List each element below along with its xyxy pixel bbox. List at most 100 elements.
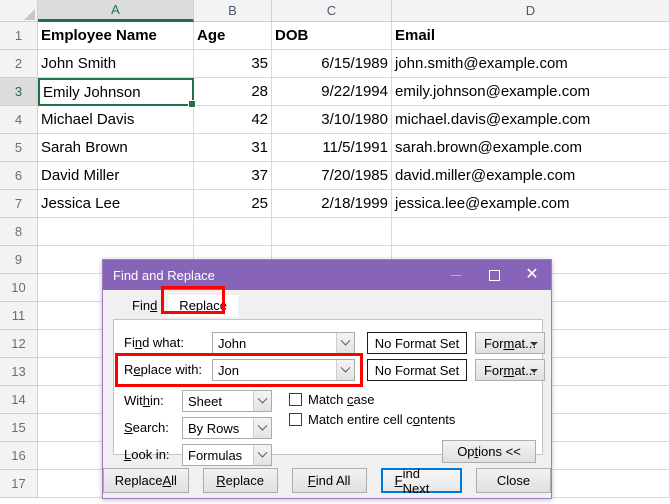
row-header-16[interactable]: 16 bbox=[0, 442, 38, 470]
match-case-checkbox[interactable]: Match case bbox=[289, 392, 374, 407]
cell-a8[interactable] bbox=[38, 218, 194, 246]
cell-d8[interactable] bbox=[392, 218, 670, 246]
select-all-corner[interactable] bbox=[0, 0, 38, 22]
find-what-input[interactable]: John bbox=[212, 332, 355, 354]
column-header-d[interactable]: D bbox=[392, 0, 670, 22]
cell-b3[interactable]: 28 bbox=[194, 78, 272, 106]
row-header-3[interactable]: 3 bbox=[0, 78, 38, 106]
find-format-button[interactable]: Format... bbox=[475, 332, 545, 354]
row-header-14[interactable]: 14 bbox=[0, 386, 38, 414]
table-row[interactable]: 8 bbox=[0, 218, 670, 246]
cell-a4[interactable]: Michael Davis bbox=[38, 106, 194, 134]
cell-b8[interactable] bbox=[194, 218, 272, 246]
cell-b6[interactable]: 37 bbox=[194, 162, 272, 190]
row-header-7[interactable]: 7 bbox=[0, 190, 38, 218]
cell-a1[interactable]: Employee Name bbox=[38, 22, 194, 50]
table-row[interactable]: 2 John Smith 35 6/15/1989 john.smith@exa… bbox=[0, 50, 670, 78]
cell-c3[interactable]: 9/22/1994 bbox=[272, 78, 392, 106]
table-row[interactable]: 6 David Miller 37 7/20/1985 david.miller… bbox=[0, 162, 670, 190]
cell-d3[interactable]: emily.johnson@example.com bbox=[392, 78, 670, 106]
find-no-format-set-button[interactable]: No Format Set bbox=[367, 332, 467, 354]
row-header-6[interactable]: 6 bbox=[0, 162, 38, 190]
cell-c6[interactable]: 7/20/1985 bbox=[272, 162, 392, 190]
checkbox-icon bbox=[289, 393, 302, 406]
cell-d2[interactable]: john.smith@example.com bbox=[392, 50, 670, 78]
table-row[interactable]: 7 Jessica Lee 25 2/18/1999 jessica.lee@e… bbox=[0, 190, 670, 218]
close-button[interactable]: ✕ bbox=[513, 260, 551, 290]
row-header-13[interactable]: 13 bbox=[0, 358, 38, 386]
row-header-5[interactable]: 5 bbox=[0, 134, 38, 162]
replace-with-row: Replace with: Jon No Format Set Format..… bbox=[115, 353, 545, 387]
cell-a6[interactable]: David Miller bbox=[38, 162, 194, 190]
row-header-4[interactable]: 4 bbox=[0, 106, 38, 134]
cell-c2[interactable]: 6/15/1989 bbox=[272, 50, 392, 78]
match-entire-cell-label: Match entire cell contents bbox=[308, 412, 456, 427]
search-select[interactable]: By Rows bbox=[182, 417, 272, 439]
find-and-replace-dialog[interactable]: Find and Replace ✕ Find Replace Find wha… bbox=[102, 259, 552, 499]
replace-button[interactable]: Replace bbox=[202, 468, 278, 493]
cell-a2[interactable]: John Smith bbox=[38, 50, 194, 78]
table-row[interactable]: 5 Sarah Brown 31 11/5/1991 sarah.brown@e… bbox=[0, 134, 670, 162]
row-header-8[interactable]: 8 bbox=[0, 218, 38, 246]
dialog-title: Find and Replace bbox=[113, 267, 215, 283]
cell-d1[interactable]: Email bbox=[392, 22, 670, 50]
search-label: Search: bbox=[124, 420, 169, 435]
cell-c5[interactable]: 11/5/1991 bbox=[272, 134, 392, 162]
cell-b2[interactable]: 35 bbox=[194, 50, 272, 78]
column-header-c[interactable]: C bbox=[272, 0, 392, 22]
row-header-1[interactable]: 1 bbox=[0, 22, 38, 50]
cell-a5[interactable]: Sarah Brown bbox=[38, 134, 194, 162]
find-what-value: John bbox=[218, 335, 247, 351]
cell-b4[interactable]: 42 bbox=[194, 106, 272, 134]
table-row[interactable]: 3 Emily Johnson 28 9/22/1994 emily.johns… bbox=[0, 78, 670, 108]
find-next-button[interactable]: Find Next bbox=[380, 466, 462, 496]
dialog-title-bar[interactable]: Find and Replace ✕ bbox=[103, 260, 551, 290]
row-header-15[interactable]: 15 bbox=[0, 414, 38, 442]
cell-b7[interactable]: 25 bbox=[194, 190, 272, 218]
match-entire-cell-checkbox[interactable]: Match entire cell contents bbox=[289, 412, 455, 427]
row-header-10[interactable]: 10 bbox=[0, 274, 38, 302]
row-header-2[interactable]: 2 bbox=[0, 50, 38, 78]
search-dropdown-button[interactable] bbox=[253, 418, 271, 438]
row-header-9[interactable]: 9 bbox=[0, 246, 38, 274]
table-row[interactable]: 4 Michael Davis 42 3/10/1980 michael.dav… bbox=[0, 106, 670, 134]
find-all-button[interactable]: Find All bbox=[291, 468, 367, 493]
dialog-tabs[interactable]: Find Replace bbox=[103, 286, 551, 317]
cell-d4[interactable]: michael.davis@example.com bbox=[392, 106, 670, 134]
column-header-b[interactable]: B bbox=[194, 0, 272, 22]
table-row[interactable]: 1 Employee Name Age DOB Email bbox=[0, 22, 670, 50]
tab-find[interactable]: Find bbox=[121, 295, 168, 317]
column-header-a[interactable]: A bbox=[38, 0, 194, 22]
maximize-button[interactable] bbox=[475, 260, 513, 290]
cell-b1[interactable]: Age bbox=[194, 22, 272, 50]
dialog-footer: Replace All Replace Find All Find Next C… bbox=[103, 463, 551, 498]
replace-format-button[interactable]: Format... bbox=[475, 359, 545, 381]
cell-d7[interactable]: jessica.lee@example.com bbox=[392, 190, 670, 218]
replace-no-format-set-button[interactable]: No Format Set bbox=[367, 359, 467, 381]
find-what-row: Find what: John No Format Set Format... bbox=[124, 332, 545, 354]
close-dialog-button[interactable]: Close bbox=[476, 468, 551, 493]
within-label: Within: bbox=[124, 393, 164, 408]
row-header-12[interactable]: 12 bbox=[0, 330, 38, 358]
row-header-17[interactable]: 17 bbox=[0, 470, 38, 498]
within-dropdown-button[interactable] bbox=[253, 391, 271, 411]
row-header-11[interactable]: 11 bbox=[0, 302, 38, 330]
replace-with-input[interactable]: Jon bbox=[212, 359, 355, 381]
cell-a7[interactable]: Jessica Lee bbox=[38, 190, 194, 218]
tab-replace[interactable]: Replace bbox=[168, 295, 238, 317]
minimize-button[interactable] bbox=[437, 260, 475, 290]
cell-c4[interactable]: 3/10/1980 bbox=[272, 106, 392, 134]
look-in-dropdown-button[interactable] bbox=[253, 445, 271, 465]
cell-c8[interactable] bbox=[272, 218, 392, 246]
cell-a3-selected[interactable]: Emily Johnson bbox=[38, 78, 196, 108]
cell-c7[interactable]: 2/18/1999 bbox=[272, 190, 392, 218]
replace-with-dropdown-button[interactable] bbox=[336, 360, 354, 380]
options-toggle-button[interactable]: Options << bbox=[442, 440, 536, 463]
replace-all-button[interactable]: Replace All bbox=[103, 468, 189, 493]
within-select[interactable]: Sheet bbox=[182, 390, 272, 412]
cell-d6[interactable]: david.miller@example.com bbox=[392, 162, 670, 190]
cell-c1[interactable]: DOB bbox=[272, 22, 392, 50]
cell-d5[interactable]: sarah.brown@example.com bbox=[392, 134, 670, 162]
find-what-dropdown-button[interactable] bbox=[336, 333, 354, 353]
cell-b5[interactable]: 31 bbox=[194, 134, 272, 162]
